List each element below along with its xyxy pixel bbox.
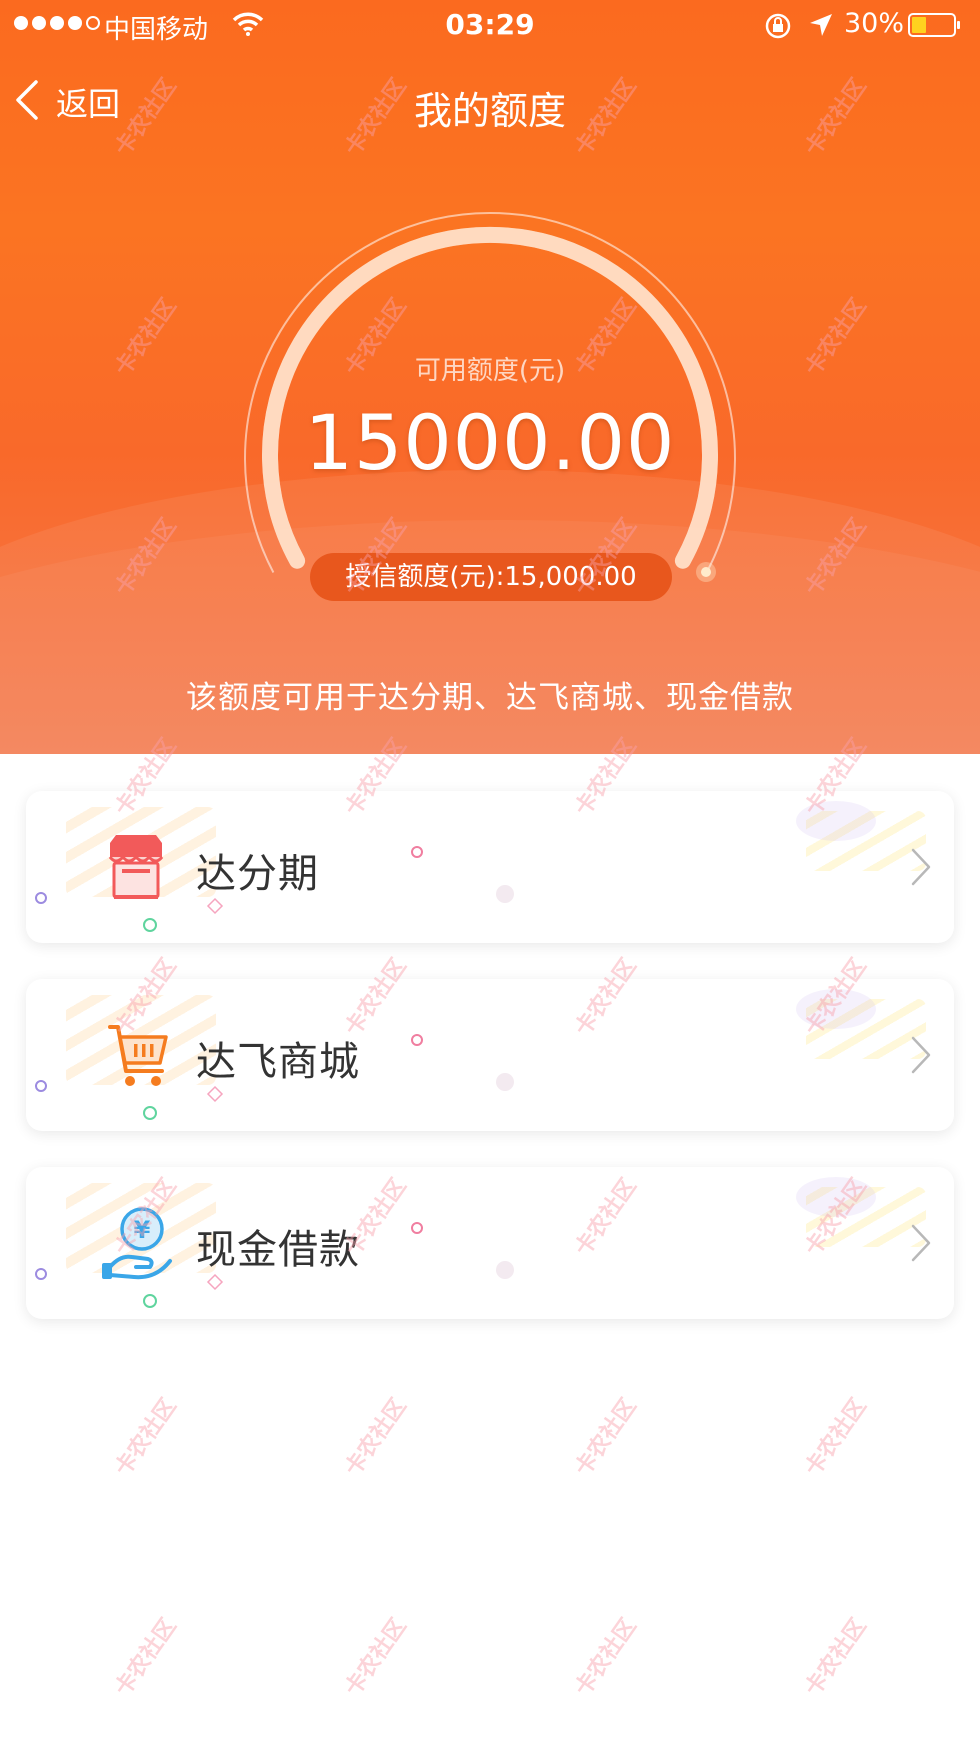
- list-item-label: 现金借款: [196, 1227, 360, 1273]
- list-item-label: 达分期: [196, 851, 319, 897]
- decor-diamond-icon: [206, 897, 224, 915]
- watermark-text: 卡农社区: [340, 1394, 412, 1481]
- card-decoration: [796, 989, 876, 1029]
- watermark-text: 卡农社区: [800, 1394, 872, 1481]
- card-decoration: [806, 1187, 926, 1247]
- available-credit-value: 15000.00: [304, 398, 676, 487]
- card-decoration: [796, 1177, 876, 1217]
- list-item-label: 达飞商城: [196, 1039, 360, 1085]
- hand-coin-icon: ¥: [86, 1205, 186, 1285]
- list-item-cash-loan[interactable]: ¥ 现金借款: [26, 1167, 954, 1319]
- decor-circle-icon: [35, 892, 47, 904]
- watermark-text: 卡农社区: [110, 1614, 182, 1701]
- decor-circle-icon: [35, 1268, 47, 1280]
- decor-circle-icon: [411, 846, 423, 858]
- watermark-text: 卡农社区: [340, 1614, 412, 1701]
- gauge-end-glow: [696, 562, 716, 582]
- list-item-installment[interactable]: 达分期: [26, 791, 954, 943]
- cart-icon: [86, 1017, 186, 1097]
- available-credit-label: 可用额度(元): [414, 356, 566, 386]
- svg-text:¥: ¥: [134, 1216, 151, 1244]
- watermark-text: 卡农社区: [110, 1394, 182, 1481]
- decor-circle-icon: [411, 1034, 423, 1046]
- decor-circle-icon: [143, 918, 157, 932]
- card-decoration: [806, 999, 926, 1059]
- shop-icon: [86, 829, 186, 909]
- decor-diamond-icon: [206, 1085, 224, 1103]
- decor-circle-icon: [143, 1294, 157, 1308]
- card-decoration: [806, 811, 926, 871]
- decor-circle-icon: [35, 1080, 47, 1092]
- watermark-text: 卡农社区: [570, 1394, 642, 1481]
- decor-dot-icon: [496, 1261, 514, 1279]
- watermark-text: 卡农社区: [800, 1614, 872, 1701]
- watermark-text: 卡农社区: [570, 1614, 642, 1701]
- credit-limit-badge: 授信额度(元):15,000.00: [310, 553, 672, 601]
- chevron-right-icon: [910, 1035, 932, 1079]
- decor-dot-icon: [496, 1073, 514, 1091]
- header-banner: 中国移动 03:29 30% 返回 我的额度 可用额度(元) 15000.00 …: [0, 0, 980, 754]
- chevron-right-icon: [910, 1223, 932, 1267]
- gauge-outer-ring: [244, 212, 736, 573]
- decor-circle-icon: [411, 1222, 423, 1234]
- card-decoration: [796, 801, 876, 841]
- chevron-right-icon: [910, 847, 932, 891]
- decor-diamond-icon: [206, 1273, 224, 1291]
- usage-note: 该额度可用于达分期、达飞商城、现金借款: [186, 680, 794, 716]
- list-item-mall[interactable]: 达飞商城: [26, 979, 954, 1131]
- decor-dot-icon: [496, 885, 514, 903]
- decor-circle-icon: [143, 1106, 157, 1120]
